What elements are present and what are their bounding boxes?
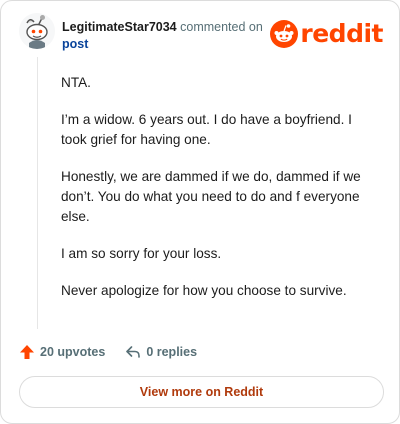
comment-paragraph: I am so sorry for your loss. — [61, 246, 222, 261]
comment-action-text: commented on — [180, 20, 263, 34]
snoo-avatar-icon — [19, 13, 55, 49]
upvote-button[interactable]: 20 upvotes — [19, 344, 105, 360]
comment-paragraph: Honestly, we are dammed if we do, dammed… — [61, 169, 361, 224]
reply-button[interactable]: 0 replies — [125, 344, 197, 360]
post-link[interactable]: post — [62, 36, 263, 53]
comment-paragraph: Never apologize for how you choose to su… — [61, 283, 347, 298]
upvote-count: 20 upvotes — [40, 345, 106, 359]
reply-count: 0 replies — [146, 345, 198, 359]
avatar[interactable] — [19, 13, 55, 49]
comment-header: LegitimateStar7034 commented on post red… — [19, 13, 385, 57]
reddit-wordmark: reddit — [300, 19, 383, 48]
thread-line — [37, 57, 38, 329]
reddit-logo[interactable]: reddit — [270, 19, 383, 49]
author-name[interactable]: LegitimateStar7034 — [62, 20, 177, 34]
comment-paragraph: NTA. — [61, 75, 91, 90]
comment-body: NTA. I’m a widow. 6 years out. I do have… — [61, 73, 381, 318]
upvote-arrow-icon — [20, 345, 34, 359]
comment-actions: 20 upvotes 0 replies — [19, 342, 197, 362]
reddit-snoo-icon — [270, 20, 299, 48]
comment-meta: LegitimateStar7034 commented on post — [62, 19, 263, 53]
reddit-comment-embed: LegitimateStar7034 commented on post red… — [0, 0, 400, 424]
comment-paragraph: I’m a widow. 6 years out. I do have a bo… — [61, 112, 352, 147]
view-more-button[interactable]: View more on Reddit — [19, 376, 384, 408]
reply-arrow-icon — [126, 346, 141, 358]
